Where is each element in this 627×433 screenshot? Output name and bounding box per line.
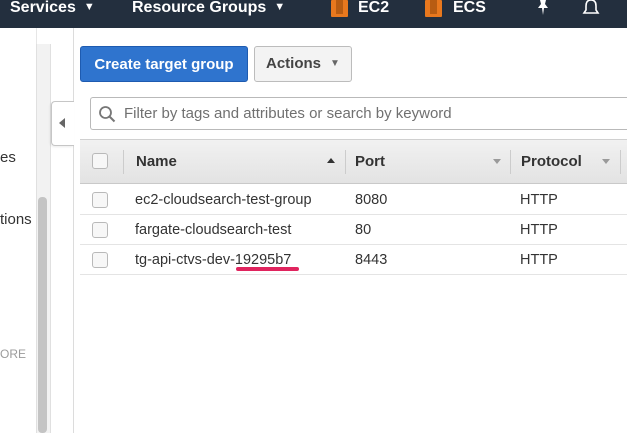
column-separator	[620, 150, 621, 174]
sidebar-item-partial[interactable]: es	[0, 149, 16, 166]
top-navbar: Services ▼ Resource Groups ▼ EC2 ECS	[0, 0, 627, 28]
chevron-down-icon: ▼	[274, 1, 286, 13]
annotation-underline	[236, 267, 299, 271]
divider	[73, 28, 74, 433]
table-row[interactable]: ec2-cloudsearch-test-group 8080 HTTP	[80, 185, 627, 215]
select-all-checkbox[interactable]	[92, 153, 108, 169]
column-separator	[510, 150, 511, 174]
bell-icon[interactable]	[582, 0, 600, 16]
sidebar: es tions ORE	[0, 28, 37, 433]
sort-ascending-icon[interactable]	[327, 158, 335, 163]
resource-groups-label: Resource Groups	[132, 0, 267, 16]
column-separator	[123, 150, 124, 174]
column-header-name[interactable]: Name	[136, 140, 177, 183]
pin-icon[interactable]	[535, 0, 551, 15]
row-checkbox[interactable]	[92, 252, 108, 268]
protocol-value: HTTP	[520, 252, 558, 268]
port-value: 8443	[355, 252, 388, 268]
search-icon	[99, 106, 116, 123]
chevron-down-icon: ▼	[83, 1, 95, 13]
table-row[interactable]: fargate-cloudsearch-test 80 HTTP	[80, 215, 627, 245]
actions-label: Actions	[266, 55, 322, 72]
actions-button[interactable]: Actions ▼	[254, 46, 352, 82]
port-value: 80	[355, 222, 372, 238]
table-header: Name Port Protocol	[80, 139, 627, 184]
ec2-service-icon	[331, 0, 348, 17]
create-target-group-button[interactable]: Create target group	[80, 46, 248, 82]
ecs-shortcut[interactable]: ECS	[453, 0, 486, 16]
table-row[interactable]: tg-api-ctvs-dev-19295b7 8443 HTTP	[80, 245, 627, 275]
target-group-name: fargate-cloudsearch-test	[135, 222, 292, 238]
chevron-down-icon: ▼	[330, 58, 340, 69]
sort-icon[interactable]	[493, 159, 501, 164]
row-checkbox[interactable]	[92, 222, 108, 238]
services-menu[interactable]: Services ▼	[10, 0, 95, 16]
ec2-shortcut[interactable]: EC2	[358, 0, 389, 16]
services-label: Services	[10, 0, 76, 16]
search-input[interactable]	[124, 99, 624, 128]
filter-search-box[interactable]	[90, 97, 627, 130]
chevron-left-icon	[59, 118, 65, 128]
sidebar-item-partial[interactable]: tions	[0, 211, 32, 228]
protocol-value: HTTP	[520, 222, 558, 238]
column-header-port[interactable]: Port	[355, 140, 385, 183]
ecs-service-icon	[425, 0, 442, 17]
sidebar-scrollbar-thumb[interactable]	[38, 197, 47, 433]
port-value: 8080	[355, 192, 388, 208]
column-header-protocol[interactable]: Protocol	[521, 140, 582, 183]
sidebar-more-label[interactable]: ORE	[0, 347, 26, 361]
column-separator	[345, 150, 346, 174]
protocol-value: HTTP	[520, 192, 558, 208]
target-group-name: ec2-cloudsearch-test-group	[135, 192, 312, 208]
row-checkbox[interactable]	[92, 192, 108, 208]
resource-groups-menu[interactable]: Resource Groups ▼	[132, 0, 286, 16]
sort-icon[interactable]	[602, 159, 610, 164]
collapse-sidebar-button[interactable]	[51, 101, 74, 146]
